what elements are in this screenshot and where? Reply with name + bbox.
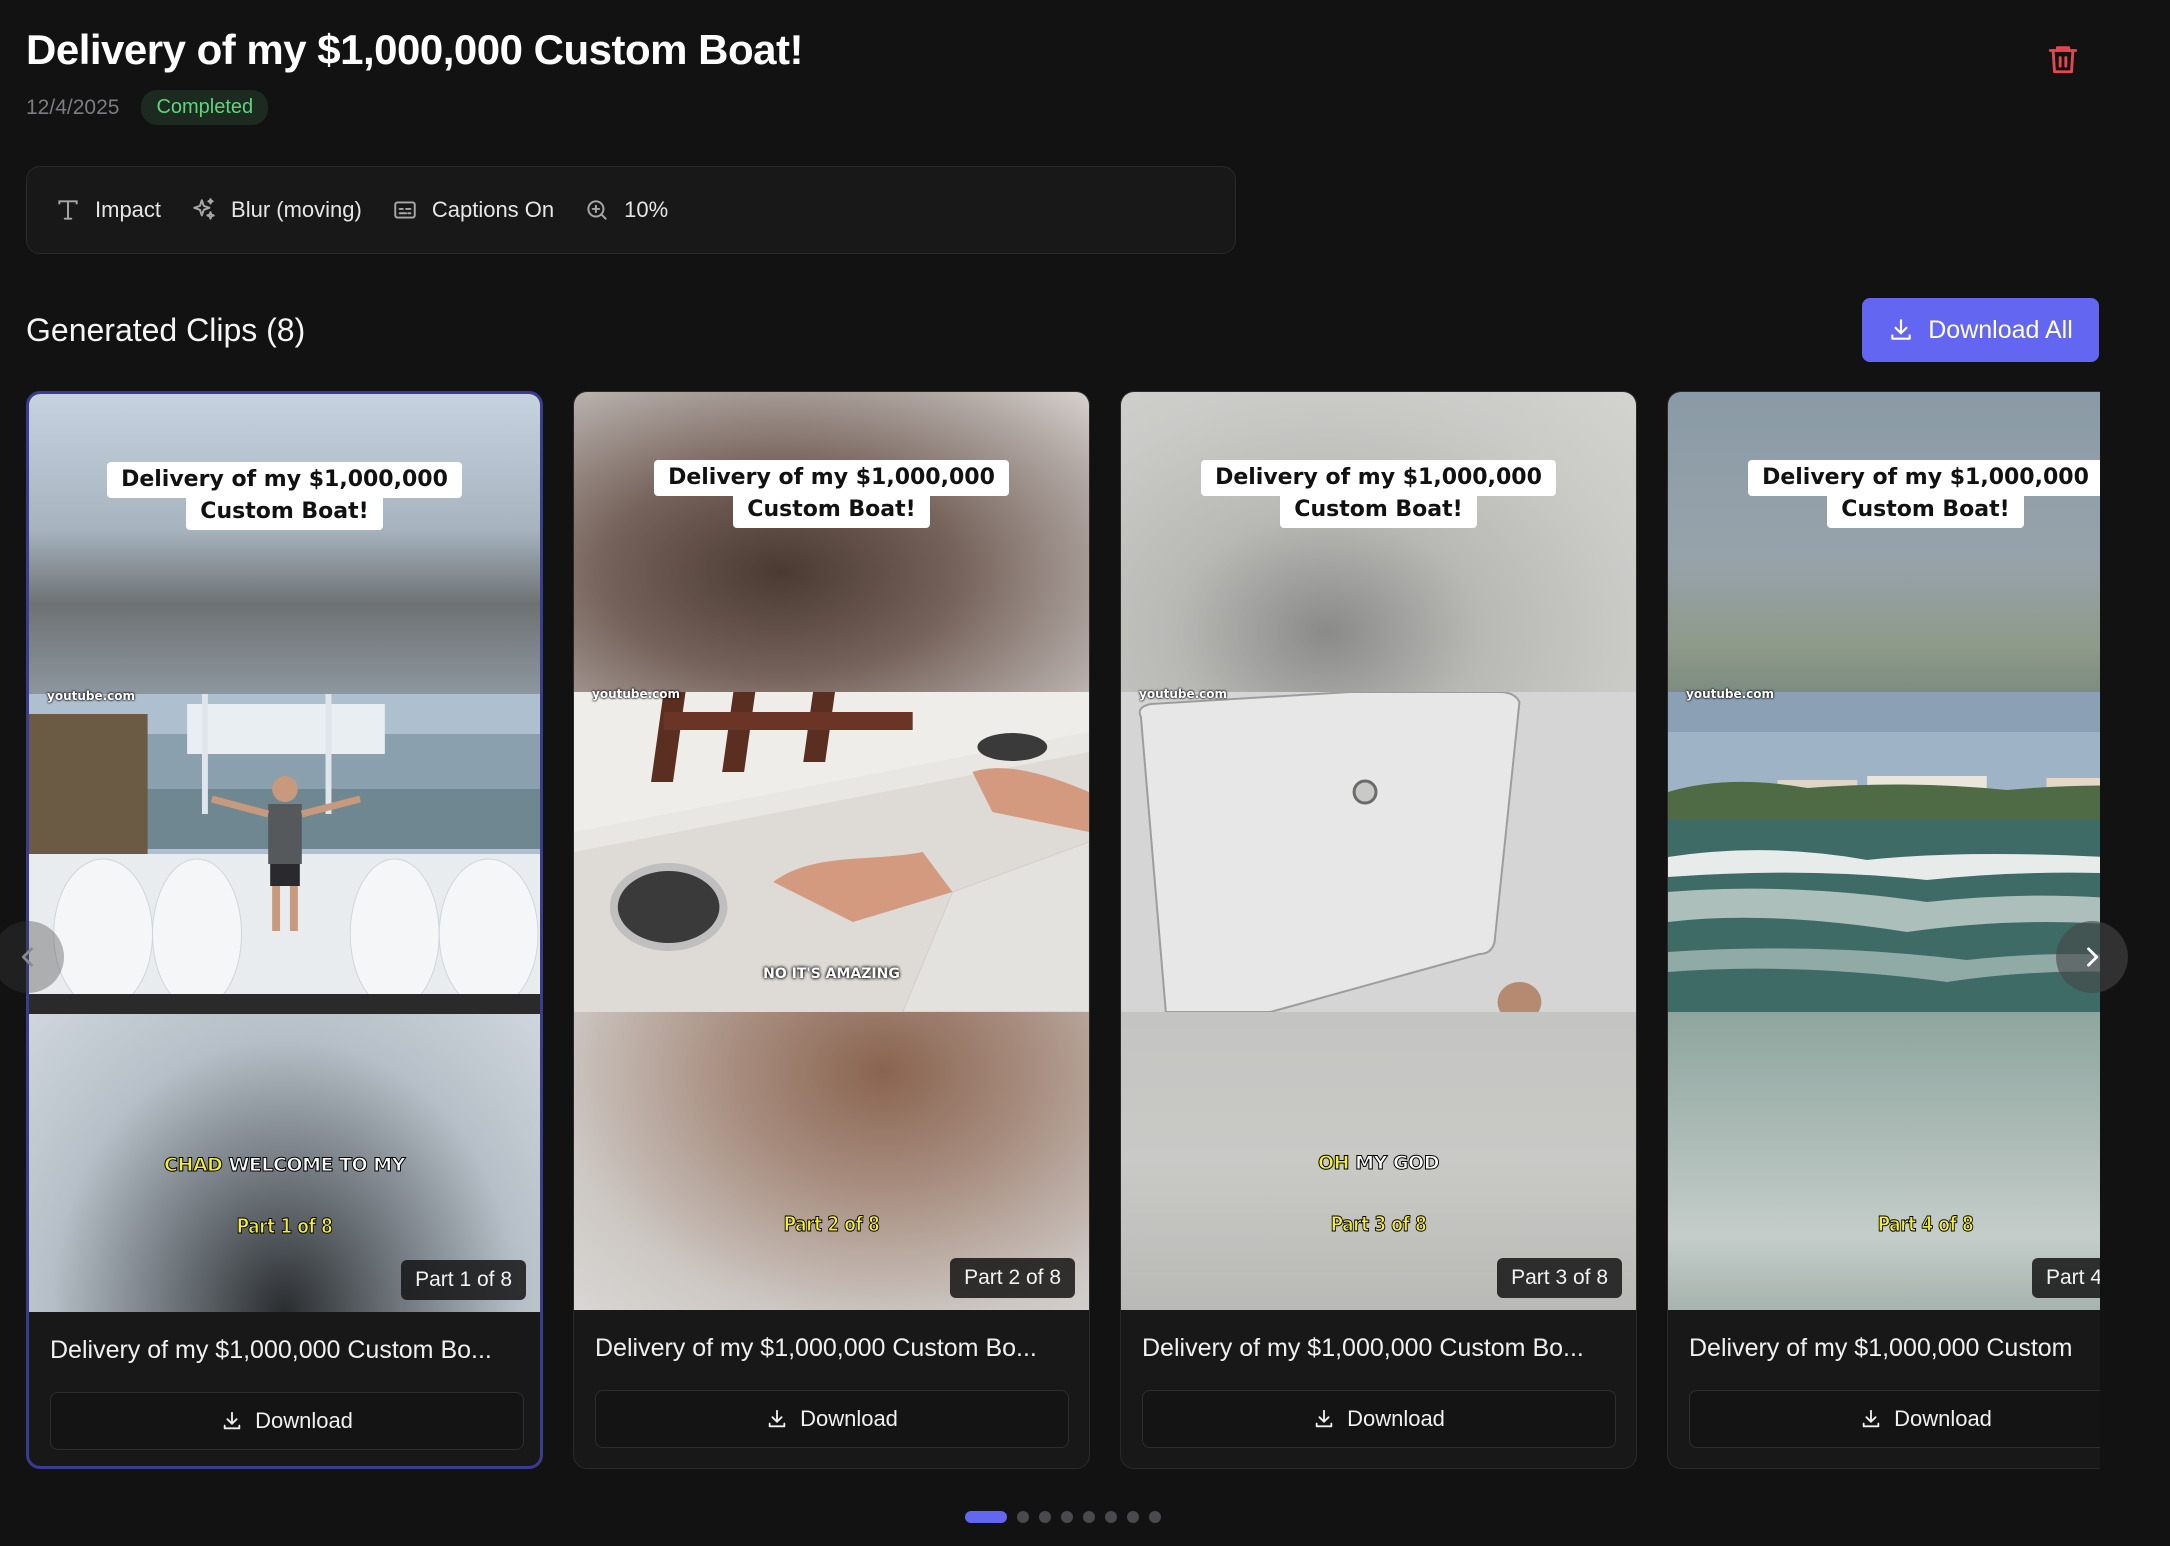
title-caption: Delivery of my $1,000,000 Custom Boat! bbox=[574, 460, 1089, 528]
video-frame bbox=[574, 692, 1089, 1012]
clip-thumbnail[interactable]: Delivery of my $1,000,000 Custom Boat! y… bbox=[1121, 392, 1636, 1310]
status-badge: Completed bbox=[141, 90, 269, 125]
pagination-dot[interactable] bbox=[1061, 1511, 1073, 1523]
download-all-label: Download All bbox=[1928, 315, 2073, 344]
setting-captions: Captions On bbox=[392, 197, 554, 223]
clip-download-button[interactable]: Download bbox=[1142, 1390, 1616, 1448]
type-icon bbox=[58, 200, 78, 220]
burned-subtitle: CHAD WELCOME TO MY bbox=[163, 1154, 405, 1177]
part-overlay-text: Part 3 of 8 bbox=[1330, 1212, 1427, 1237]
part-badge: Part 1 of 8 bbox=[401, 1260, 526, 1300]
carousel-pagination bbox=[965, 1511, 1161, 1523]
part-overlay-text: Part 4 of 8 bbox=[1877, 1212, 1974, 1237]
clip-title: Delivery of my $1,000,000 Custom Bo... bbox=[595, 1334, 1037, 1362]
download-icon bbox=[768, 1409, 786, 1428]
setting-font: Impact bbox=[55, 197, 161, 223]
download-icon bbox=[1862, 1409, 1880, 1428]
setting-font-label: Impact bbox=[95, 197, 162, 222]
part-overlay-text: Part 2 of 8 bbox=[783, 1212, 880, 1237]
clip-download-button[interactable]: Download bbox=[1689, 1390, 2100, 1448]
title-caption: Delivery of my $1,000,000 Custom Boat! bbox=[1668, 460, 2100, 528]
watermark: youtube.com bbox=[47, 689, 136, 703]
clip-card[interactable]: Delivery of my $1,000,000 Custom Boat! y… bbox=[26, 391, 543, 1469]
job-meta: 12/4/2025 Completed bbox=[26, 90, 269, 125]
carousel-next-button[interactable] bbox=[2056, 921, 2128, 993]
clip-card[interactable]: Delivery of my $1,000,000 Custom Boat! y… bbox=[1667, 391, 2100, 1469]
part-badge: Part 3 of 8 bbox=[1497, 1258, 1622, 1298]
pagination-dot[interactable] bbox=[1149, 1511, 1161, 1523]
download-icon bbox=[1315, 1409, 1333, 1428]
watermark: youtube.com bbox=[1686, 687, 1775, 701]
part-badge: Part 4 bbox=[2032, 1258, 2100, 1298]
clips-carousel: Delivery of my $1,000,000 Custom Boat! y… bbox=[26, 390, 2100, 1470]
video-subtitle: NO IT'S AMAZING bbox=[763, 966, 900, 982]
part-badge: Part 2 of 8 bbox=[950, 1258, 1075, 1298]
clips-heading: Generated Clips (8) bbox=[26, 312, 306, 348]
sparkles-icon bbox=[193, 198, 215, 220]
pagination-dot[interactable] bbox=[1039, 1511, 1051, 1523]
download-all-button[interactable]: Download All bbox=[1862, 298, 2099, 362]
clip-thumbnail[interactable]: Delivery of my $1,000,000 Custom Boat! y… bbox=[29, 394, 540, 1312]
chevron-right-icon bbox=[2087, 947, 2099, 967]
clip-title: Delivery of my $1,000,000 Custom bbox=[1689, 1334, 2073, 1362]
pagination-dot[interactable] bbox=[1017, 1511, 1029, 1523]
clip-card[interactable]: Delivery of my $1,000,000 Custom Boat! y… bbox=[573, 391, 1090, 1469]
clip-thumbnail[interactable]: Delivery of my $1,000,000 Custom Boat! y… bbox=[574, 392, 1089, 1310]
download-icon bbox=[1891, 319, 1911, 340]
clip-download-button[interactable]: Download bbox=[595, 1390, 1069, 1448]
clip-title: Delivery of my $1,000,000 Custom Bo... bbox=[1142, 1334, 1584, 1362]
page-title: Delivery of my $1,000,000 Custom Boat! bbox=[26, 26, 804, 73]
setting-captions-label: Captions On bbox=[431, 197, 555, 222]
title-caption: Delivery of my $1,000,000 Custom Boat! bbox=[1121, 460, 1636, 528]
video-frame bbox=[1668, 692, 2100, 1012]
setting-background-label: Blur (moving) bbox=[231, 197, 362, 222]
zoom-in-icon bbox=[587, 200, 607, 220]
part-overlay-text: Part 1 of 8 bbox=[236, 1214, 333, 1239]
pagination-dot[interactable] bbox=[965, 1511, 1007, 1523]
clip-download-button[interactable]: Download bbox=[50, 1392, 524, 1450]
delete-button[interactable] bbox=[2046, 42, 2080, 76]
clip-job-page: Delivery of my $1,000,000 Custom Boat! 1… bbox=[0, 0, 2170, 1546]
clip-card[interactable]: Delivery of my $1,000,000 Custom Boat! y… bbox=[1120, 391, 1637, 1469]
pagination-dot[interactable] bbox=[1083, 1511, 1095, 1523]
pagination-dot[interactable] bbox=[1127, 1511, 1139, 1523]
setting-background: Blur (moving) bbox=[191, 197, 362, 223]
watermark: youtube.com bbox=[592, 687, 681, 701]
pagination-dot[interactable] bbox=[1105, 1511, 1117, 1523]
title-caption: Delivery of my $1,000,000 Custom Boat! bbox=[29, 462, 540, 530]
download-icon bbox=[223, 1411, 241, 1430]
clip-title: Delivery of my $1,000,000 Custom Bo... bbox=[50, 1336, 492, 1364]
chevron-left-icon bbox=[21, 947, 33, 967]
job-date: 12/4/2025 bbox=[26, 95, 120, 119]
trash-icon bbox=[2048, 46, 2078, 74]
burned-subtitle: OH MY GOD bbox=[1317, 1152, 1439, 1175]
watermark: youtube.com bbox=[1139, 687, 1228, 701]
setting-zoom: 10% bbox=[584, 197, 668, 223]
captions-icon bbox=[394, 201, 416, 219]
setting-zoom-label: 10% bbox=[624, 197, 669, 222]
video-frame bbox=[1121, 692, 1636, 1012]
settings-summary: Impact Blur (moving) Captions On 10% bbox=[26, 166, 1236, 254]
clip-thumbnail[interactable]: Delivery of my $1,000,000 Custom Boat! y… bbox=[1668, 392, 2100, 1310]
video-frame bbox=[29, 694, 540, 1014]
